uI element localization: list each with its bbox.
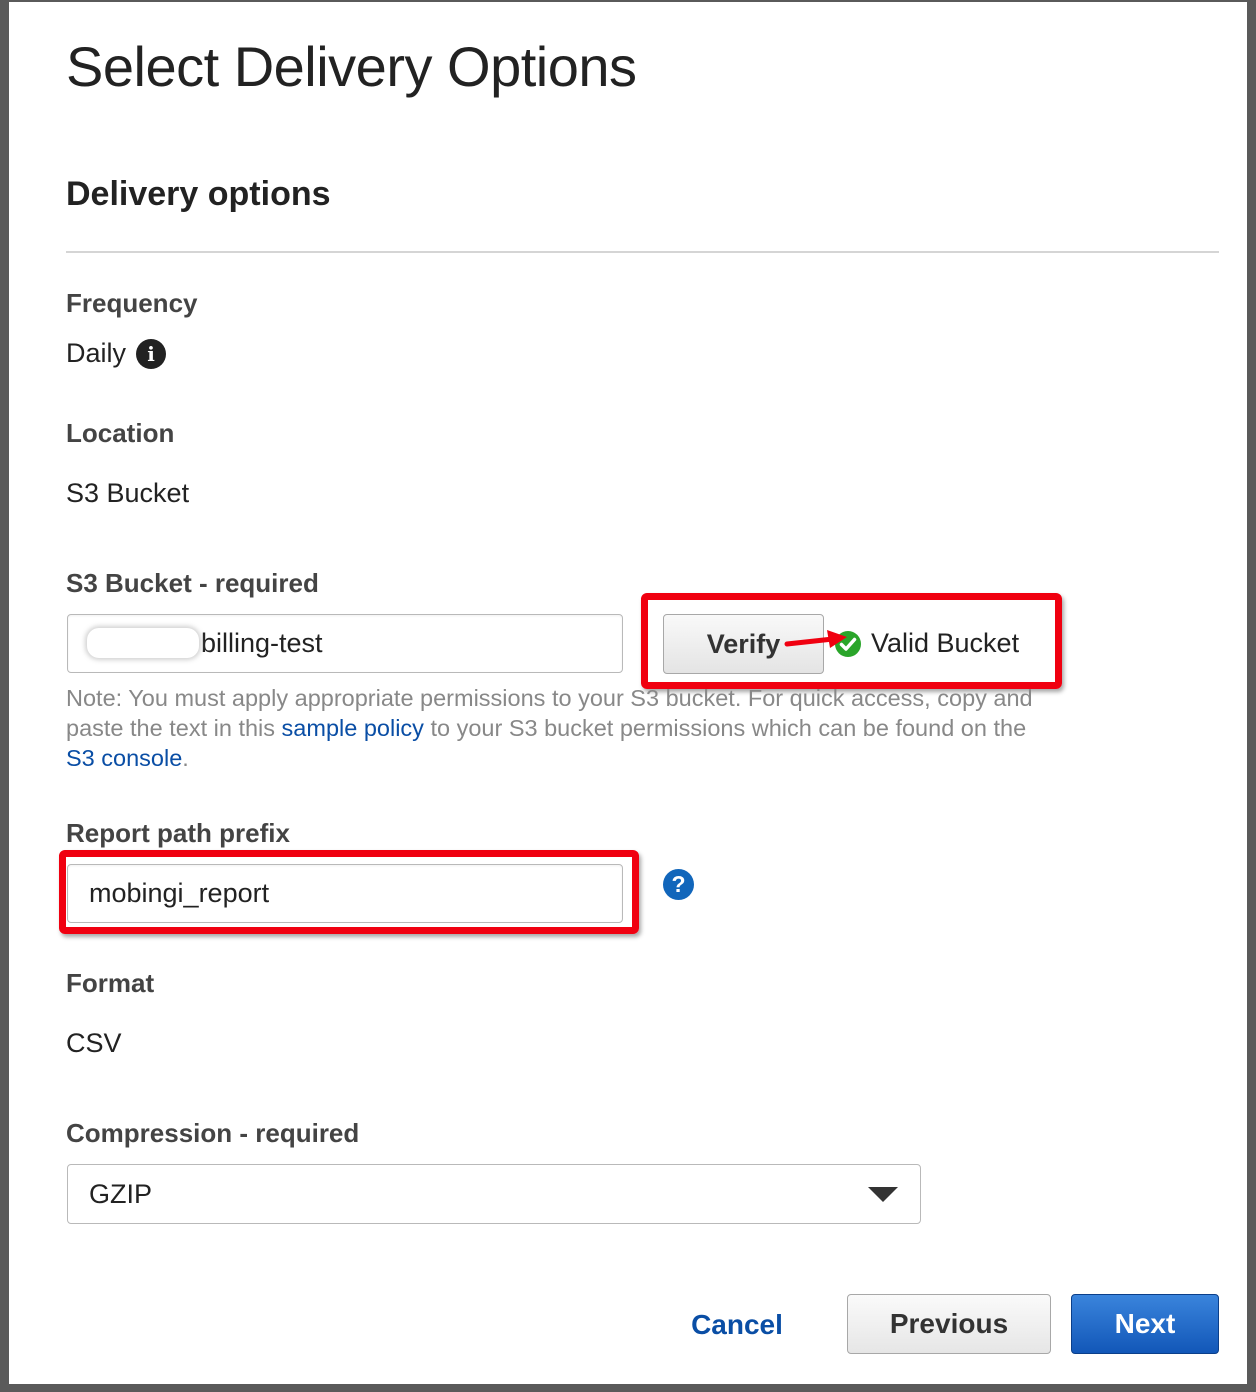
s3-bucket-label: S3 Bucket - required (66, 568, 319, 598)
location-value: S3 Bucket (66, 478, 190, 508)
next-button[interactable]: Next (1071, 1294, 1219, 1354)
cancel-button[interactable]: Cancel (671, 1303, 803, 1347)
help-icon[interactable]: ? (663, 869, 694, 900)
compression-select[interactable]: GZIP (67, 1164, 921, 1224)
divider (66, 251, 1219, 253)
compression-label: Compression - required (66, 1118, 360, 1148)
report-path-label: Report path prefix (66, 818, 290, 848)
permissions-note: Note: You must apply appropriate permiss… (66, 683, 1046, 773)
frequency-value: Daily (66, 338, 127, 368)
frequency-label: Frequency (66, 288, 198, 318)
section-title: Delivery options (66, 175, 331, 213)
note-text-2: to your S3 bucket permissions which can … (423, 715, 1027, 741)
s3-bucket-input-value: billing-test (201, 628, 323, 658)
format-value: CSV (66, 1028, 122, 1058)
sample-policy-link[interactable]: sample policy (282, 715, 424, 741)
redaction-blur (87, 628, 199, 658)
chevron-down-icon (868, 1187, 898, 1202)
format-label: Format (66, 968, 155, 998)
compression-selected-value: GZIP (89, 1178, 153, 1209)
info-icon[interactable]: i (136, 339, 166, 369)
page-title: Select Delivery Options (66, 35, 637, 98)
s3-console-link[interactable]: S3 console (66, 745, 182, 771)
location-label: Location (66, 418, 175, 448)
annotation-highlight-report-path (59, 850, 639, 934)
annotation-highlight-verify (641, 593, 1062, 689)
previous-button[interactable]: Previous (847, 1294, 1051, 1354)
note-text-3: . (182, 745, 189, 771)
dialog-frame: Select Delivery Options Delivery options… (0, 0, 1256, 1392)
